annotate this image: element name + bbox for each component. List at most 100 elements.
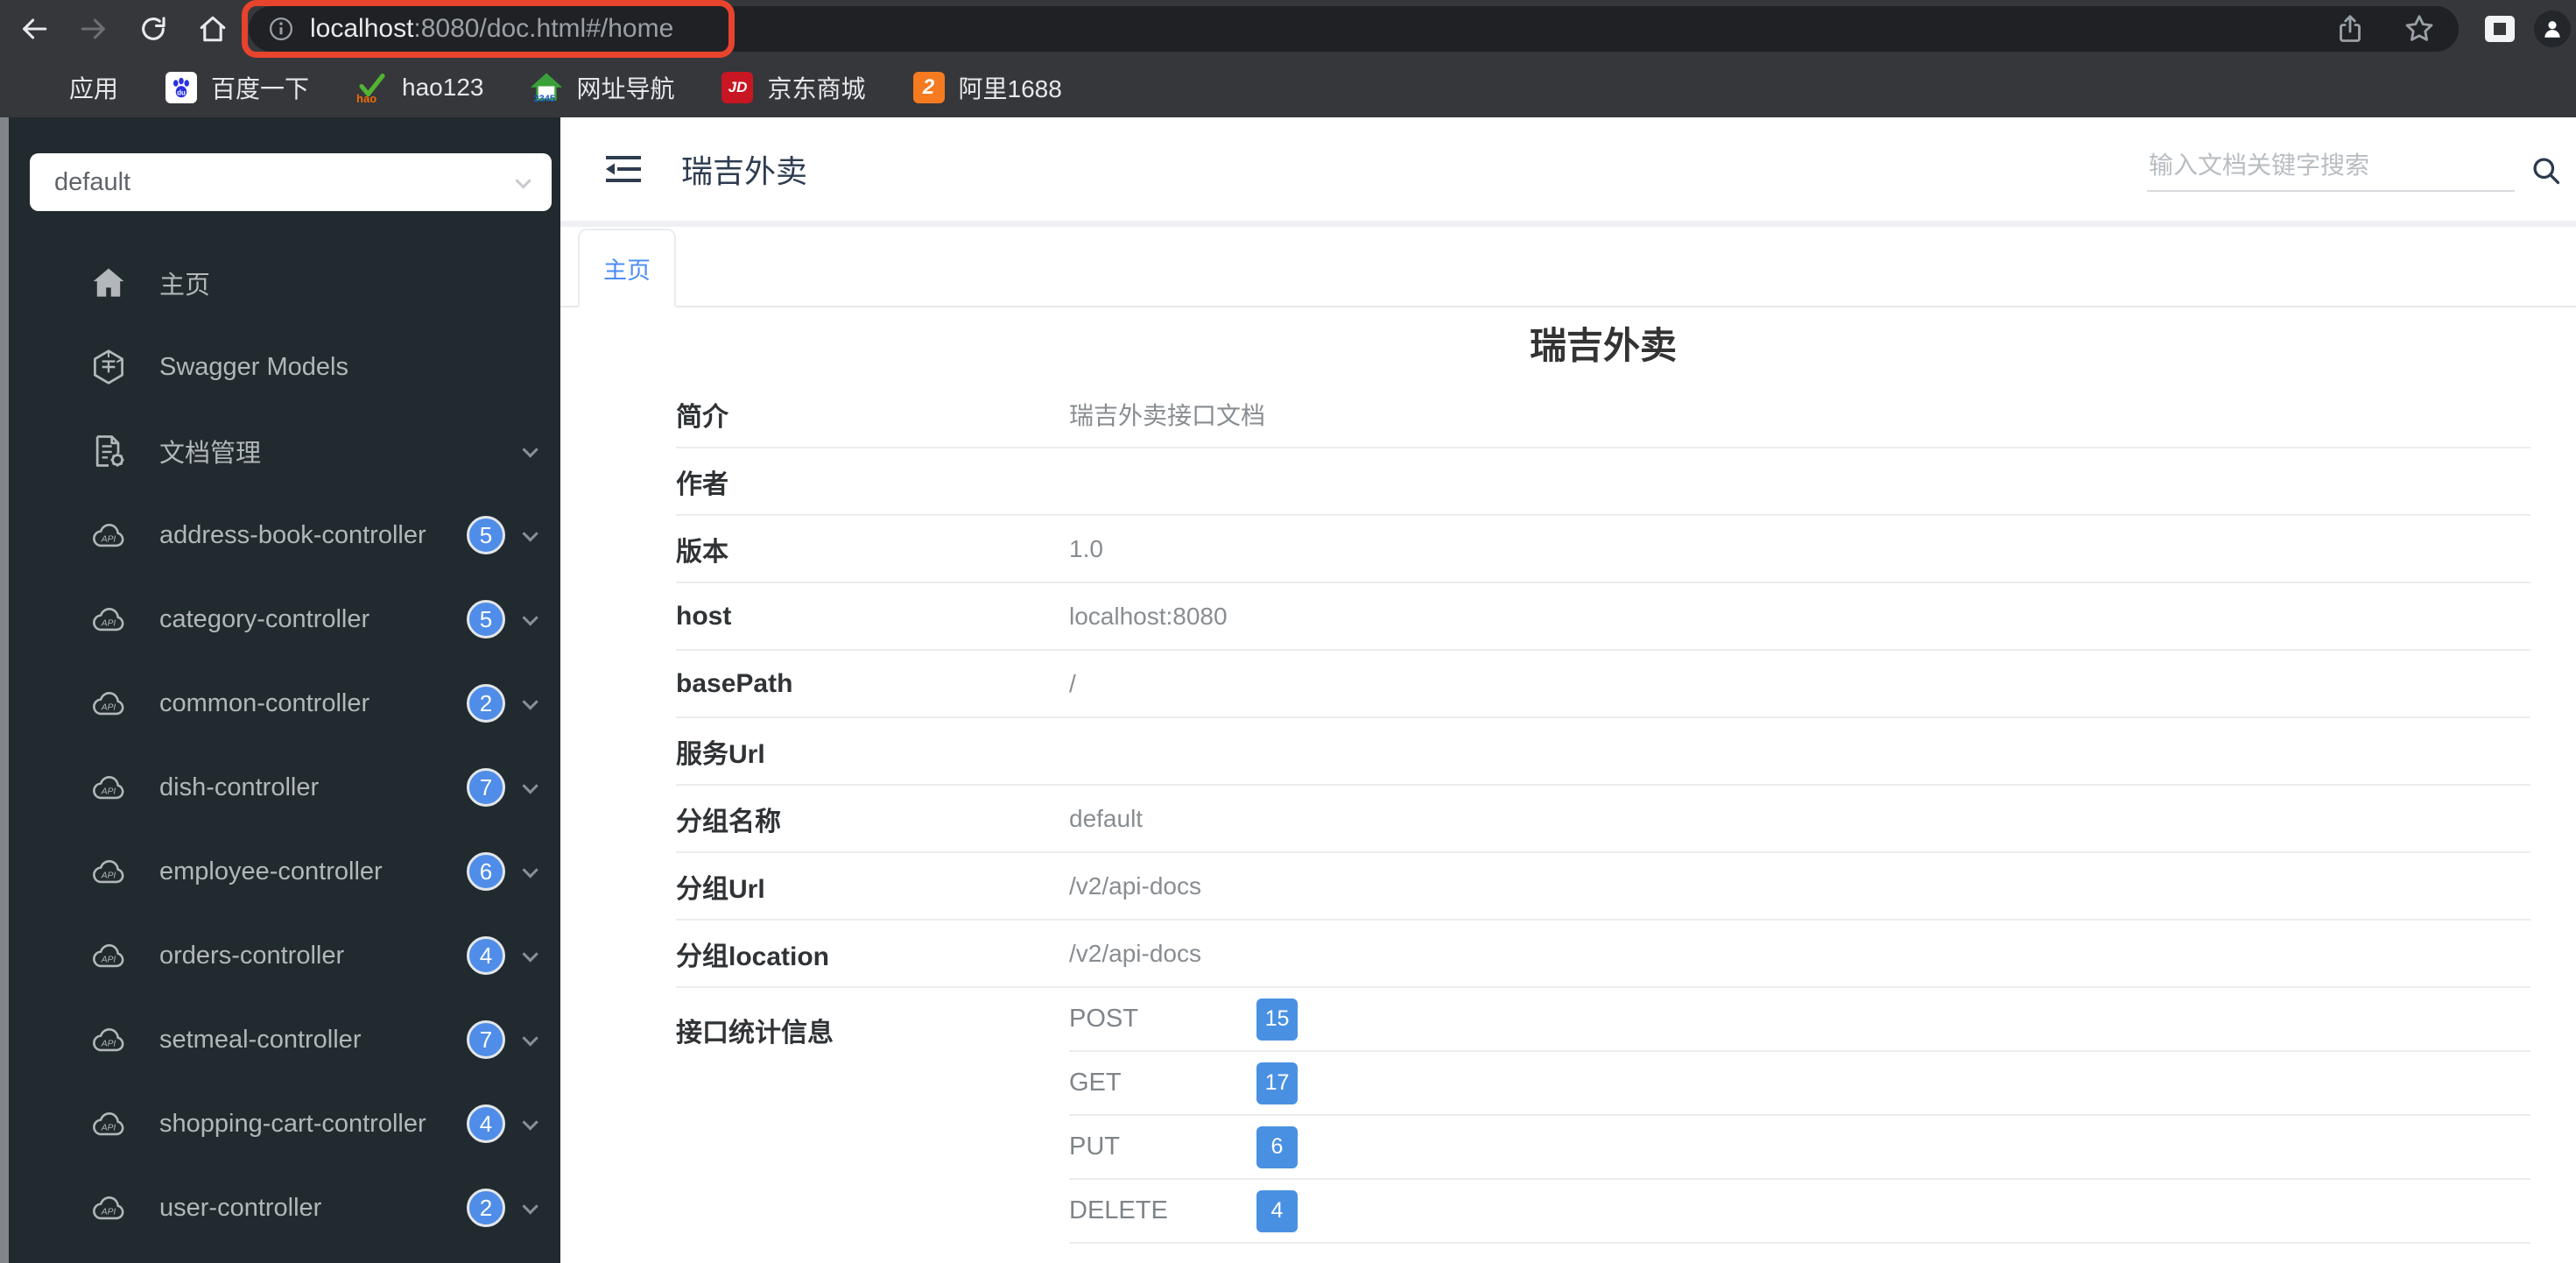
sidebar-nav: 主页 Swagger Models 文档管理 API address-book-… — [9, 241, 560, 1250]
jd-icon: JD — [721, 72, 754, 103]
method-stat-row: POST 15 — [1069, 988, 2530, 1052]
site-nav-house-icon: 2345 — [531, 72, 563, 103]
home-content: 瑞吉外卖 简介 瑞吉外卖接口文档 作者 版本 1.0 host localhos… — [560, 307, 2576, 1263]
sidebar-item-controller[interactable]: API employee-controller 6 — [9, 829, 560, 914]
bookmark-label: 京东商城 — [767, 75, 866, 102]
api-cloud-icon: API — [93, 692, 124, 716]
bookmark-label: 百度一下 — [211, 75, 310, 102]
brand-title: 瑞吉外卖 — [681, 153, 808, 189]
sidebar-item-controller[interactable]: API address-book-controller 5 — [9, 493, 560, 577]
method-name: PUT — [1069, 1132, 1120, 1161]
apps-grid-icon — [26, 74, 55, 102]
sidebar-item-controller[interactable]: API dish-controller 7 — [9, 745, 560, 829]
method-stat-row: PUT 6 — [1069, 1116, 2530, 1180]
controller-name: setmeal-controller — [159, 1025, 362, 1054]
api-stats-section: 接口统计信息 POST 15 GET 17 PUT 6 DELETE 4 — [676, 988, 2530, 1244]
info-row: 作者 — [676, 448, 2530, 516]
info-table: 简介 瑞吉外卖接口文档 作者 版本 1.0 host localhost:808… — [676, 381, 2530, 988]
group-select[interactable]: default — [30, 153, 552, 211]
tab-home[interactable]: 主页 — [578, 229, 676, 307]
home-icon[interactable] — [198, 14, 228, 44]
svg-text:API: API — [101, 702, 116, 712]
chevron-down-icon — [515, 172, 531, 189]
url-path: :8080/doc.html#/home — [413, 14, 674, 43]
svg-text:du: du — [177, 88, 186, 96]
svg-text:API: API — [101, 1123, 116, 1132]
forward-icon[interactable] — [79, 14, 109, 44]
bookmark-star-icon[interactable] — [2403, 12, 2436, 46]
chevron-down-icon — [522, 777, 538, 794]
controller-name: dish-controller — [159, 773, 320, 801]
controller-name: shopping-cart-controller — [159, 1109, 426, 1138]
api-count-badge: 7 — [467, 768, 505, 807]
info-row-label: 分组名称 — [676, 807, 781, 836]
sidebar-item-controller[interactable]: API setmeal-controller 7 — [9, 998, 560, 1082]
info-row-value: 瑞吉外卖接口文档 — [1069, 401, 1266, 429]
side-panel-icon[interactable] — [2485, 16, 2515, 42]
method-name: DELETE — [1069, 1196, 1168, 1224]
controller-name: employee-controller — [159, 857, 383, 886]
api-cloud-icon: API — [93, 1112, 124, 1136]
svg-text:API: API — [101, 1039, 116, 1048]
sidebar-item-controller[interactable]: API common-controller 2 — [9, 661, 560, 745]
api-cloud-icon: API — [93, 776, 124, 800]
site-nav-icon-text: 2345 — [533, 94, 555, 103]
api-count-badge: 2 — [467, 684, 505, 723]
chevron-down-icon — [522, 861, 538, 878]
api-cloud-icon: API — [93, 860, 124, 884]
info-row-label: host — [676, 601, 732, 631]
api-count-badge: 5 — [467, 600, 505, 639]
info-row: 服务Url — [676, 718, 2530, 786]
bookmark-1688[interactable]: 2 阿里1688 — [912, 70, 1062, 105]
svg-text:API: API — [101, 534, 116, 544]
bookmark-hao123[interactable]: hao hao123 — [356, 72, 483, 103]
site-info-icon[interactable] — [268, 16, 294, 42]
jd-icon-text: JD — [728, 79, 748, 95]
api-count-badge: 7 — [467, 1020, 505, 1059]
bookmark-apps[interactable]: 应用 — [26, 70, 118, 105]
sidebar-item-controller[interactable]: API category-controller 5 — [9, 577, 560, 661]
info-row-label: 服务Url — [676, 739, 765, 769]
info-row: 分组location /v2/api-docs — [676, 921, 2530, 988]
sidebar-item-controller[interactable]: API user-controller 2 — [9, 1166, 560, 1250]
chevron-down-icon — [522, 693, 538, 710]
address-bar[interactable]: localhost:8080/doc.html#/home — [242, 0, 2459, 58]
bookmark-jd[interactable]: JD 京东商城 — [721, 70, 866, 105]
bookmark-label: 网址导航 — [576, 75, 675, 102]
sidebar-item-controller[interactable]: API orders-controller 4 — [9, 914, 560, 998]
info-row-label: 版本 — [676, 537, 728, 567]
api-cloud-icon: API — [93, 1028, 124, 1052]
doc-search — [2147, 146, 2562, 192]
address-bar-url: localhost:8080/doc.html#/home — [268, 14, 673, 44]
menu-fold-icon[interactable] — [604, 152, 643, 187]
bookmark-label: hao123 — [402, 74, 484, 101]
url-host: localhost — [310, 14, 414, 43]
api-cloud-icon: API — [93, 608, 124, 632]
bookmark-label: 应用 — [69, 75, 119, 102]
chevron-down-icon — [522, 1113, 538, 1131]
svg-text:API: API — [101, 618, 116, 628]
search-input[interactable] — [2147, 146, 2515, 192]
info-row-label: 分组location — [676, 942, 830, 971]
hao123-icon-text: hao — [356, 92, 377, 103]
bookmark-2345[interactable]: 2345 网址导航 — [531, 70, 674, 105]
sidebar-item-controller[interactable]: API shopping-cart-controller 4 — [9, 1082, 560, 1166]
back-icon[interactable] — [19, 14, 49, 44]
sidebar-item-swagger-models[interactable]: Swagger Models — [9, 325, 560, 409]
home-icon — [93, 268, 124, 297]
share-icon[interactable] — [2334, 13, 2366, 45]
method-stat-row: GET 17 — [1069, 1052, 2530, 1116]
bookmark-baidu[interactable]: du 百度一下 — [165, 70, 309, 105]
method-count-badge: 17 — [1256, 1062, 1298, 1104]
sidebar-item-home[interactable]: 主页 — [9, 241, 560, 325]
baidu-paw-icon: du — [165, 72, 198, 103]
search-icon[interactable] — [2530, 155, 2562, 187]
info-row-value: default — [1069, 804, 1144, 832]
info-row-label: 分组Url — [676, 874, 765, 904]
api-cloud-icon: API — [93, 524, 124, 547]
sidebar-scrollbar[interactable] — [0, 117, 9, 1263]
reload-icon[interactable] — [138, 14, 168, 44]
profile-avatar[interactable] — [2534, 11, 2571, 47]
api-count-badge: 4 — [467, 936, 505, 975]
sidebar-item-doc-management[interactable]: 文档管理 — [9, 409, 560, 493]
